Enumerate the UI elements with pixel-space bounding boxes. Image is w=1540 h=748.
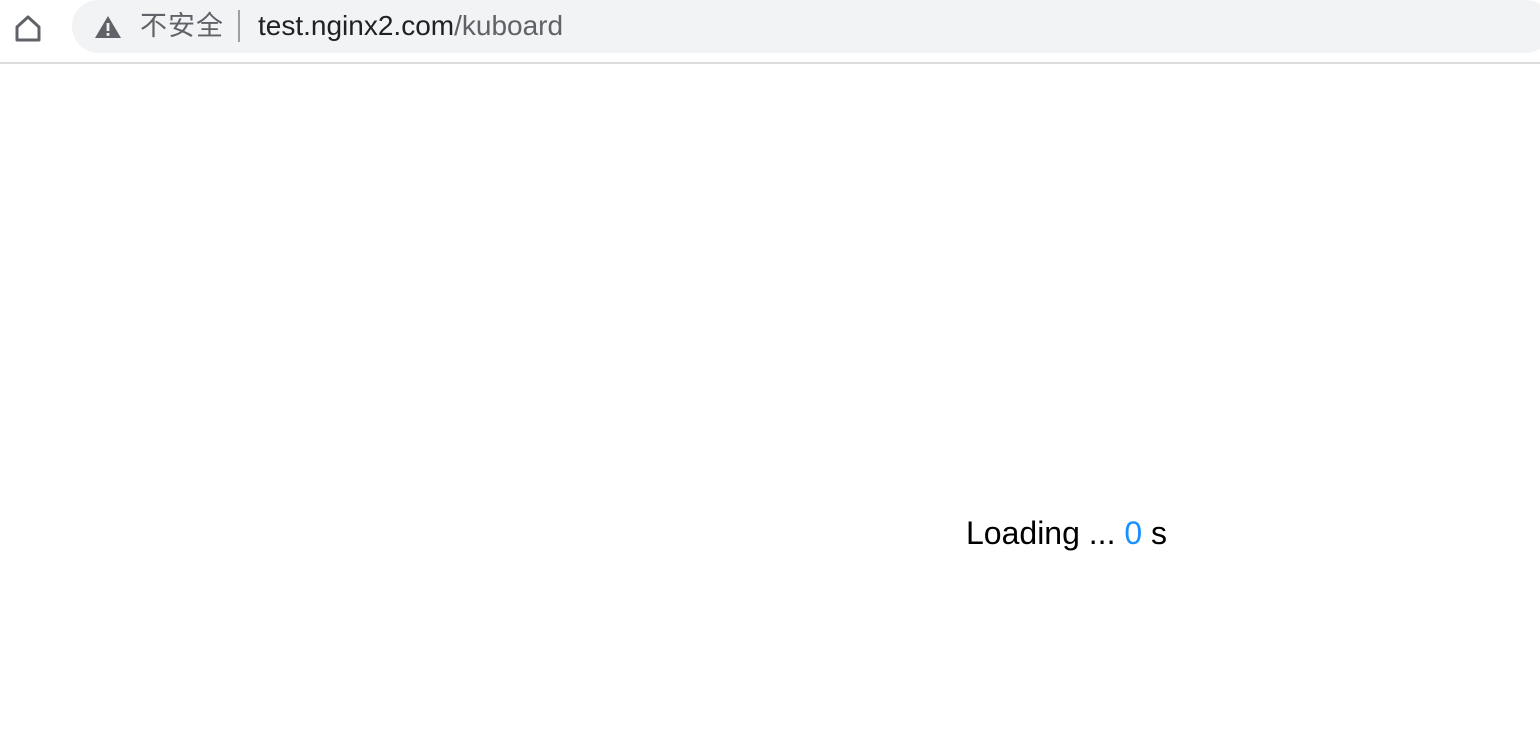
home-button[interactable] [8, 8, 48, 48]
warning-icon [95, 16, 121, 38]
url-text[interactable]: test.nginx2.com/kuboard [258, 9, 563, 43]
loading-indicator: Loading ... 0 s [966, 513, 1167, 553]
loading-seconds: 0 [1124, 515, 1143, 551]
address-bar[interactable]: 不安全 test.nginx2.com/kuboard [72, 0, 1540, 53]
home-icon [15, 15, 41, 42]
url-host: test.nginx2.com [258, 10, 455, 41]
browser-toolbar: 不安全 test.nginx2.com/kuboard [0, 0, 1540, 64]
url-path: /kuboard [454, 10, 564, 41]
loading-label: Loading ... [966, 515, 1125, 551]
loading-unit: s [1142, 515, 1168, 551]
omnibox-divider [238, 10, 240, 42]
security-indicator[interactable]: 不安全 [72, 0, 238, 53]
security-label: 不安全 [140, 11, 224, 41]
